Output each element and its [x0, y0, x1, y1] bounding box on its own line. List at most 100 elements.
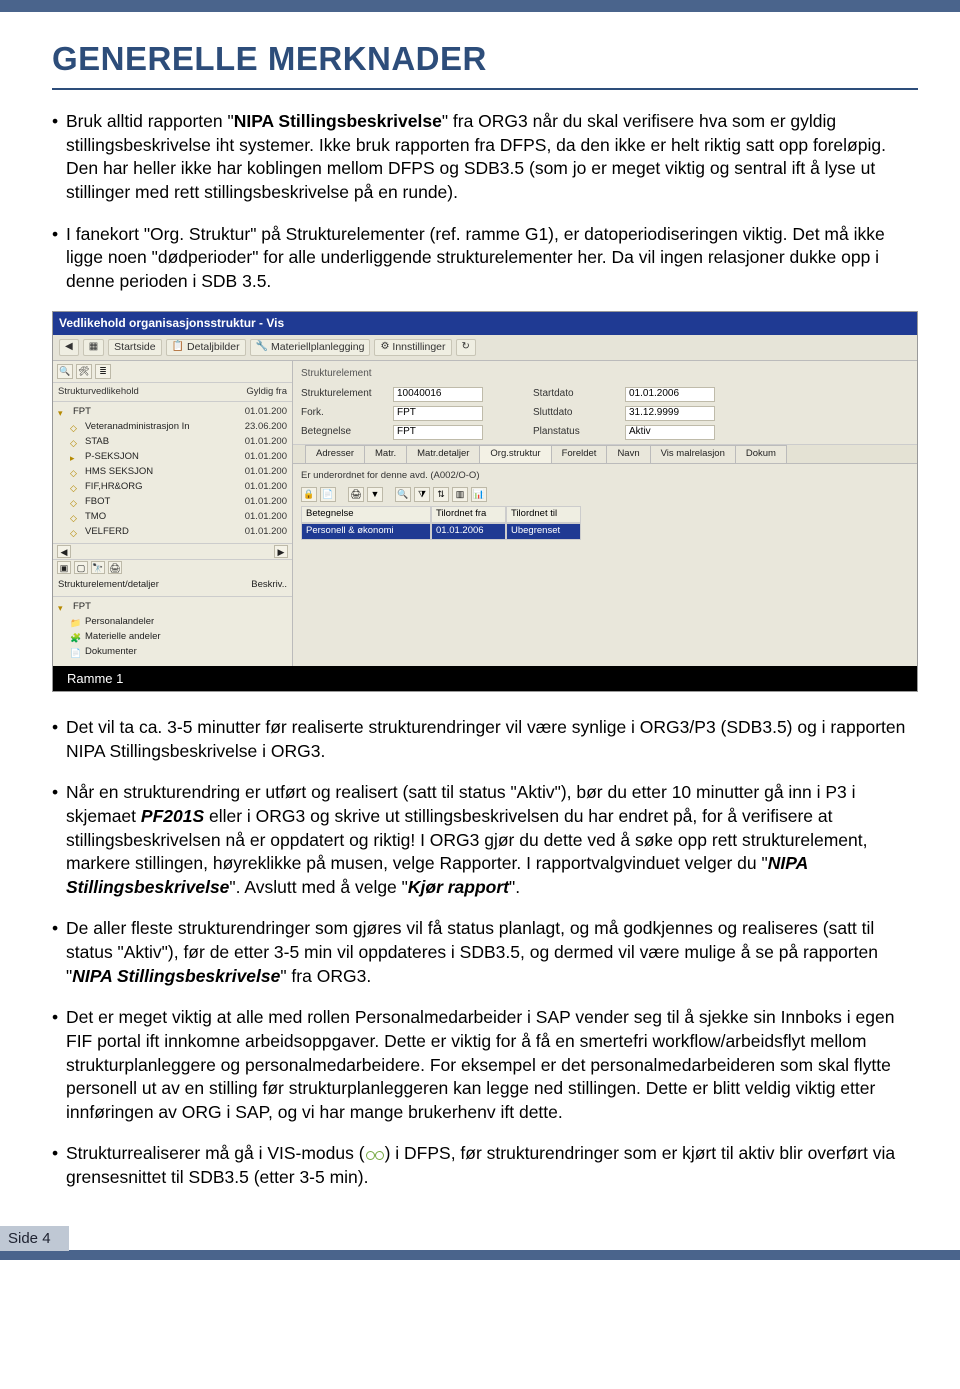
list-icon[interactable]: ≣ — [95, 364, 111, 379]
tab-content: Er underordnet for denne avd. (A002/O-O)… — [293, 464, 917, 545]
tree-row[interactable]: ◇FIF,HR&ORG01.01.200 — [58, 480, 287, 495]
mid-toolbar: ▣ ▢ 🔭 🖨 — [53, 559, 292, 575]
find2-icon[interactable]: 🔍 — [395, 487, 411, 502]
filter-icon[interactable]: ⧩ — [414, 487, 430, 502]
form-field: Sluttdato31.12.9999 — [533, 405, 715, 421]
title-rule — [52, 88, 918, 90]
tree-row[interactable]: 🧩Materielle andeler — [58, 630, 287, 645]
tree-row[interactable]: ▾FPT01.01.200 — [58, 405, 287, 420]
detaljbilder-button[interactable]: 📋Detaljbilder — [166, 339, 246, 356]
tool-icon[interactable]: 🛠 — [76, 364, 92, 379]
b6-text: Det er meget viktig at alle med rollen P… — [66, 1006, 918, 1124]
col-strukturvedlikehold: Strukturvedlikehold — [58, 386, 246, 399]
cell: 01.01.2006 — [431, 523, 506, 540]
ramme-label: Ramme 1 — [53, 666, 917, 692]
copy-icon[interactable]: 📄 — [320, 487, 336, 502]
tab-matrdetaljer[interactable]: Matr.detaljer — [406, 445, 480, 463]
tree-row[interactable]: ◇Veteranadministrasjon In23.06.200 — [58, 420, 287, 435]
cell: Ubegrenset — [506, 523, 581, 540]
bullet-5: • De aller fleste strukturendringer som … — [52, 917, 918, 988]
glasses-icon — [365, 1148, 385, 1162]
tab-foreldet[interactable]: Foreldet — [551, 445, 608, 463]
tab-vismalrelasjon[interactable]: Vis malrelasjon — [650, 445, 736, 463]
left-column-headers: Strukturvedlikehold Gyldig fra — [53, 383, 292, 403]
form-field: BetegnelseFPT — [301, 424, 483, 440]
refresh-icon[interactable]: ↻ — [456, 339, 476, 356]
field-value[interactable]: 10040016 — [393, 387, 483, 402]
cell: Personell & økonomi — [301, 523, 431, 540]
embedded-screenshot: Vedlikehold organisasjonsstruktur - Vis … — [52, 311, 918, 692]
b4-d: ". — [509, 877, 520, 897]
tree-row[interactable]: ◇TMO01.01.200 — [58, 510, 287, 525]
innstillinger-button[interactable]: ⚙Innstillinger — [374, 339, 451, 356]
top-stripe — [0, 0, 960, 12]
col-strukturelement-detaljer: Strukturelement/detaljer — [58, 579, 251, 592]
field-value[interactable]: 31.12.9999 — [625, 406, 715, 421]
col-beskriv: Beskriv.. — [251, 579, 287, 592]
footer: Side 4 — [0, 1226, 960, 1260]
tree-row[interactable]: ◇FBOT01.01.200 — [58, 495, 287, 510]
b4-c: ". Avslutt med å velge " — [229, 877, 407, 897]
down-icon[interactable]: ▼ — [367, 487, 383, 502]
tab-navn[interactable]: Navn — [606, 445, 650, 463]
col-gyldig-fra: Gyldig fra — [246, 386, 287, 399]
tree-row[interactable]: 📄Dokumenter — [58, 645, 287, 660]
footer-stripe — [0, 1250, 960, 1260]
binoculars-icon[interactable]: 🔭 — [91, 561, 105, 574]
expand-icon[interactable]: ▣ — [57, 561, 71, 574]
tree-row[interactable]: ▸P-SEKSJON01.01.200 — [58, 450, 287, 465]
print-icon[interactable]: 🖨 — [108, 561, 122, 574]
blank-area — [293, 546, 917, 666]
tree-row[interactable]: ◇STAB01.01.200 — [58, 435, 287, 450]
detail-headers: Strukturelement/detaljer Beskriv.. — [53, 575, 292, 597]
field-value[interactable]: Aktiv — [625, 425, 715, 440]
structure-tree[interactable]: ▾FPT01.01.200◇Veteranadministrasjon In23… — [53, 402, 292, 543]
form-field: Fork.FPT — [301, 405, 483, 421]
tab-matr[interactable]: Matr. — [364, 445, 407, 463]
tree-row[interactable]: ▾FPT — [58, 600, 287, 615]
b4-bolditalic2: Kjør rapport — [408, 877, 509, 897]
lock-icon[interactable]: 🔒 — [301, 487, 317, 502]
window-title: Vedlikehold organisasjonsstruktur - Vis — [53, 312, 917, 334]
nav-back-button[interactable]: ◀ — [59, 339, 79, 356]
collapse-icon[interactable]: ▢ — [74, 561, 88, 574]
tab-adresser[interactable]: Adresser — [305, 445, 365, 463]
scroll-right-icon[interactable]: ▶ — [274, 545, 288, 558]
tree-row[interactable]: ◇HMS SEKSJON01.01.200 — [58, 465, 287, 480]
print2-icon[interactable]: 🖨 — [348, 487, 364, 502]
field-value[interactable]: FPT — [393, 406, 483, 421]
detail-tree[interactable]: ▾FPT📁Personalandeler🧩Materielle andeler📄… — [53, 597, 292, 663]
b5-b: " fra ORG3. — [280, 966, 371, 986]
field-value[interactable]: FPT — [393, 425, 483, 440]
bullet-6: • Det er meget viktig at alle med rollen… — [52, 1006, 918, 1124]
header-fields: Strukturelement10040016Fork.FPTBetegnels… — [293, 380, 917, 445]
b3-text: Det vil ta ca. 3-5 minutter før realiser… — [66, 716, 918, 763]
find-icon[interactable]: 🔍 — [57, 364, 73, 379]
main-toolbar: ◀ ▦ Startside 📋Detaljbilder 🔧Materiellpl… — [53, 335, 917, 361]
materiellplanlegging-button[interactable]: 🔧Materiellplanlegging — [250, 339, 371, 356]
left-pane: 🔍 🛠 ≣ Strukturvedlikehold Gyldig fra ▾FP… — [53, 361, 293, 666]
tab-dokum[interactable]: Dokum — [735, 445, 787, 463]
table-row[interactable]: Personell & økonomi01.01.2006Ubegrenset — [301, 523, 909, 540]
col-icon[interactable]: ▥ — [452, 487, 468, 502]
grid-icon[interactable]: ▦ — [83, 339, 104, 356]
tab-strip: AdresserMatr.Matr.detaljerOrg.strukturFo… — [293, 445, 917, 464]
bullet-3: • Det vil ta ca. 3-5 minutter før realis… — [52, 716, 918, 763]
column-header: Tilordnet fra — [431, 506, 506, 523]
tree-row[interactable]: ◇VELFERD01.01.200 — [58, 525, 287, 540]
scroll-left-icon[interactable]: ◀ — [57, 545, 71, 558]
tab-orgstruktur[interactable]: Org.struktur — [479, 445, 551, 463]
page-title: GENERELLE MERKNADER — [52, 40, 918, 78]
form-field: Startdato01.01.2006 — [533, 386, 715, 402]
column-header: Tilordnet til — [506, 506, 581, 523]
right-pane: Strukturelement Strukturelement10040016F… — [293, 361, 917, 666]
bullet-2: • I fanekort "Org. Struktur" på Struktur… — [52, 223, 918, 294]
column-header: Betegnelse — [301, 506, 431, 523]
sort-icon[interactable]: ⇅ — [433, 487, 449, 502]
chart-icon[interactable]: 📊 — [471, 487, 487, 502]
tree-row[interactable]: 📁Personalandeler — [58, 615, 287, 630]
b1-bold: NIPA Stillingsbeskrivelse — [234, 111, 442, 131]
startside-button[interactable]: Startside — [108, 339, 161, 356]
left-icon-row: 🔍 🛠 ≣ — [53, 361, 292, 383]
field-value[interactable]: 01.01.2006 — [625, 387, 715, 402]
